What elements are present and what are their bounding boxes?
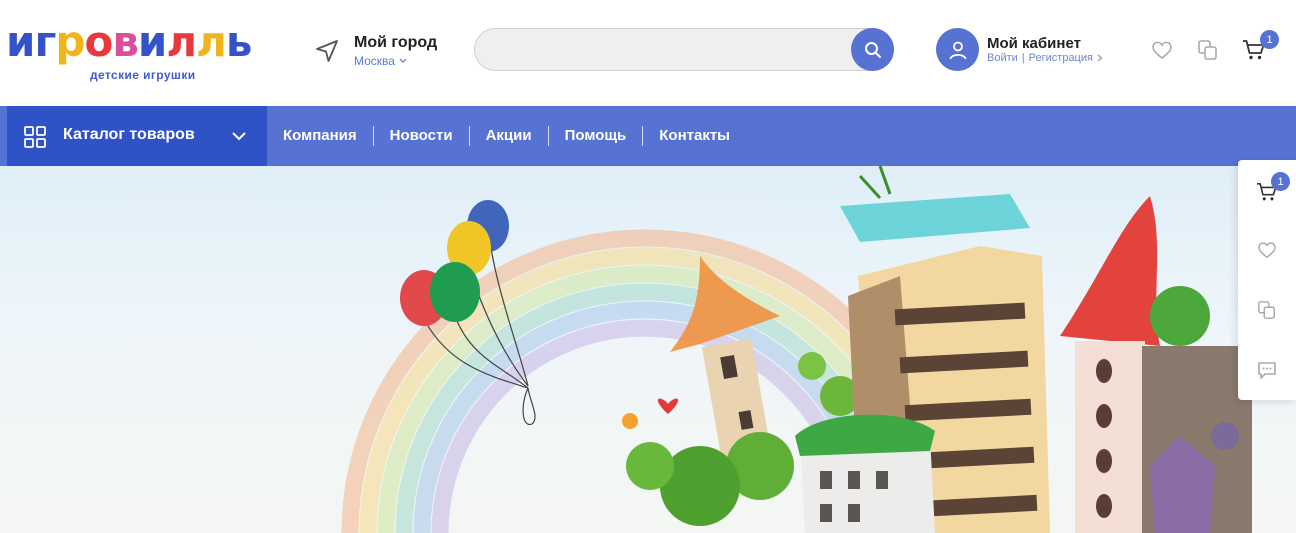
nav-item-news[interactable]: Новости (374, 126, 470, 146)
site-header: игровилль детские игрушки Мой город Моск… (0, 0, 1296, 106)
logo-letter: р (55, 17, 85, 66)
logo-letter: ь (225, 17, 253, 66)
side-panel: 1 (1238, 160, 1296, 400)
catalog-button[interactable]: Каталог товаров (7, 106, 267, 166)
compare-icon[interactable] (1255, 298, 1279, 322)
link-separator: | (1021, 52, 1025, 64)
compare-icon[interactable] (1196, 38, 1220, 62)
register-link[interactable]: Регистрация (1029, 52, 1093, 64)
banner-illustration (341, 166, 1252, 533)
heart-icon[interactable] (1150, 38, 1174, 62)
logo-letter: в (112, 17, 139, 66)
login-link[interactable]: Войти (987, 52, 1018, 64)
logo-letter: г (34, 17, 56, 66)
logo[interactable]: игровилль детские игрушки (6, 20, 290, 86)
search-button[interactable] (851, 28, 894, 71)
side-cart-count-badge: 1 (1271, 172, 1290, 191)
search-bar (474, 28, 894, 71)
city-selector[interactable]: Мой город Москва (312, 32, 462, 72)
chevron-down-icon (399, 58, 407, 63)
logo-wordmark: игровилль (6, 20, 290, 64)
nav-item-help[interactable]: Помощь (549, 126, 644, 146)
logo-letter: л (196, 17, 227, 66)
cart-count-badge: 1 (1260, 30, 1279, 49)
logo-subtitle: детские игрушки (90, 68, 196, 82)
city-title: Мой город (354, 34, 438, 51)
logo-letter: и (137, 17, 167, 66)
account-title: Мой кабинет (987, 35, 1081, 52)
account-links: Войти | Регистрация (987, 52, 1103, 64)
search-icon (864, 41, 881, 58)
city-name-text: Москва (354, 54, 395, 68)
nav-item-company[interactable]: Компания (267, 126, 374, 146)
nav-menu: Компания Новости Акции Помощь Контакты (267, 106, 746, 166)
catalog-label: Каталог товаров (63, 126, 195, 143)
main-nav: Каталог товаров Компания Новости Акции П… (0, 106, 1296, 166)
chevron-down-icon (231, 128, 247, 146)
account-block[interactable]: Мой кабинет Войти | Регистрация (936, 28, 1116, 72)
location-arrow-icon (314, 38, 340, 64)
hero-banner[interactable] (0, 166, 1296, 533)
logo-letter: и (6, 17, 35, 66)
chevron-right-icon (1097, 54, 1103, 62)
city-name[interactable]: Москва (354, 54, 407, 68)
nav-item-contacts[interactable]: Контакты (643, 126, 746, 146)
logo-letter: л (166, 17, 197, 66)
grid-icon (24, 126, 46, 153)
user-icon[interactable] (936, 28, 979, 71)
logo-letter: о (84, 17, 113, 66)
heart-icon[interactable] (1255, 238, 1279, 262)
chat-icon[interactable] (1255, 358, 1279, 382)
search-input[interactable] (491, 39, 851, 61)
nav-item-promotions[interactable]: Акции (470, 126, 549, 146)
